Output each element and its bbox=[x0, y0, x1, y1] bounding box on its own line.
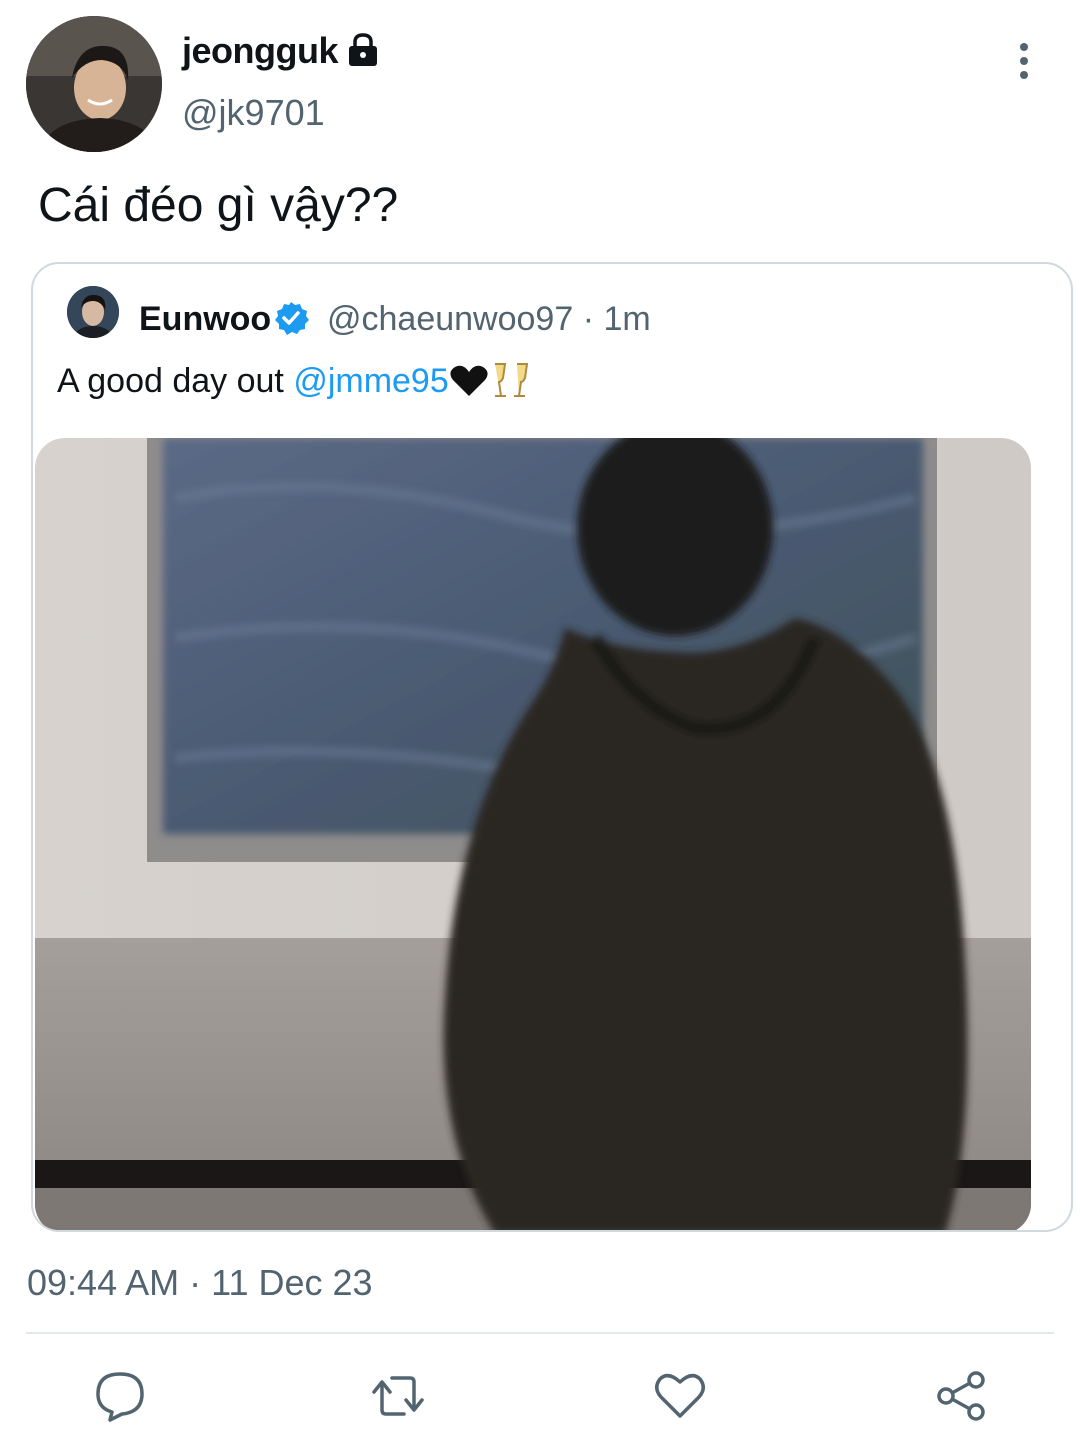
photo-image bbox=[35, 438, 1031, 1230]
reply-icon bbox=[96, 1372, 144, 1422]
quoted-tweet-photo[interactable] bbox=[35, 438, 1031, 1230]
tweet-timestamp[interactable]: 09:44 AM · 11 Dec 23 bbox=[27, 1262, 373, 1304]
author-avatar[interactable] bbox=[26, 16, 162, 152]
quoted-tweet-card[interactable]: Eunwoo @chaeunwoo97 · 1m A good day out … bbox=[31, 262, 1073, 1232]
verified-badge-icon bbox=[273, 300, 309, 336]
tweet-text: Cái đéo gì vậy?? bbox=[38, 179, 399, 232]
black-heart-emoji bbox=[449, 364, 489, 398]
divider bbox=[26, 1332, 1054, 1334]
profile-photo bbox=[67, 286, 119, 338]
author-handle[interactable]: @jk9701 bbox=[182, 92, 325, 134]
lock-icon bbox=[344, 32, 382, 68]
quoted-author-handle-time[interactable]: @chaeunwoo97 · 1m bbox=[327, 300, 651, 339]
profile-photo bbox=[26, 16, 162, 152]
heart-icon bbox=[655, 1373, 705, 1418]
reply-button[interactable] bbox=[92, 1368, 148, 1424]
quoted-author-name[interactable]: Eunwoo bbox=[139, 300, 271, 339]
share-button[interactable] bbox=[934, 1368, 990, 1424]
retweet-icon bbox=[372, 1376, 424, 1416]
quoted-text-prefix: A good day out bbox=[57, 362, 294, 400]
retweet-button[interactable] bbox=[370, 1368, 426, 1424]
author-display-name[interactable]: jeongguk bbox=[182, 30, 339, 72]
share-icon bbox=[937, 1371, 985, 1421]
more-options-icon[interactable] bbox=[1005, 40, 1043, 84]
like-button[interactable] bbox=[652, 1368, 708, 1424]
quoted-tweet-text: A good day out @jmme95 bbox=[57, 360, 533, 401]
quoted-author-avatar[interactable] bbox=[67, 286, 119, 338]
mention-link[interactable]: @jmme95 bbox=[293, 362, 448, 400]
clinking-glasses-emoji bbox=[489, 360, 533, 400]
